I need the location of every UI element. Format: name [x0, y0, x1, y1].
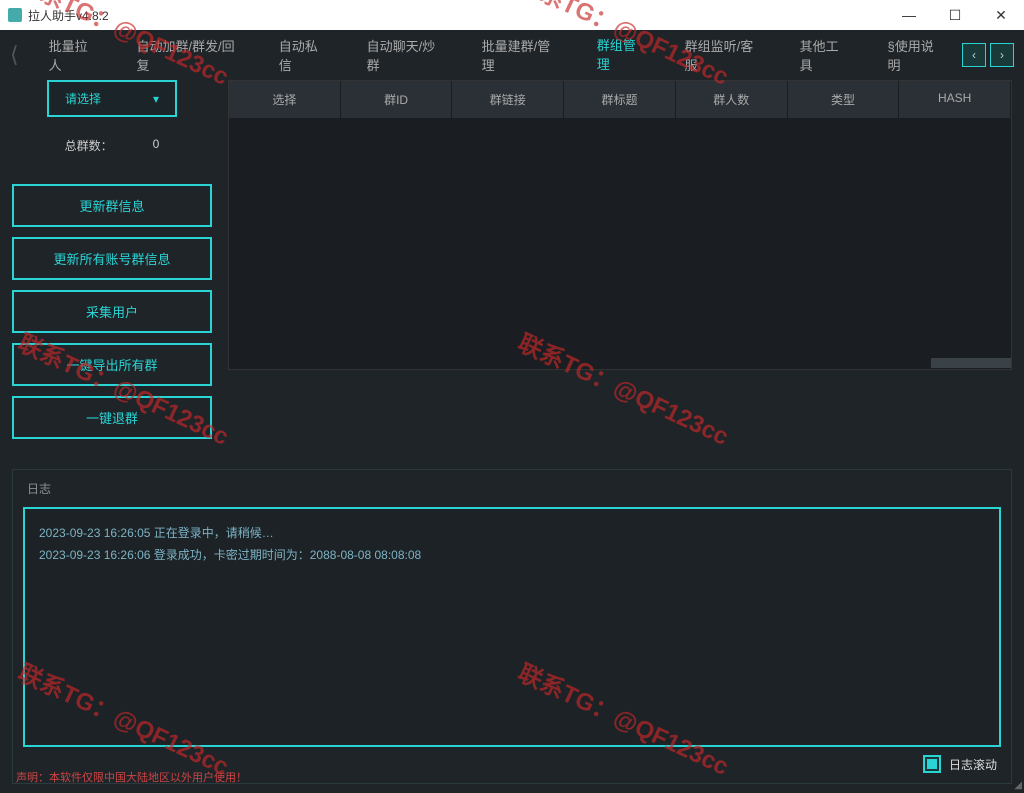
tab-nav-arrows: ‹ › — [962, 43, 1014, 67]
update-group-info-button[interactable]: 更新群信息 — [12, 184, 212, 227]
update-all-accounts-button[interactable]: 更新所有账号群信息 — [12, 237, 212, 280]
th-group-title[interactable]: 群标题 — [564, 81, 676, 118]
log-scroll-label: 日志滚动 — [949, 756, 997, 773]
tab-prev-button[interactable]: ‹ — [962, 43, 986, 67]
tab-bulk-invite[interactable]: 批量拉人 — [37, 28, 109, 82]
app-window: 拉人助手v4.8.2 — ☐ ✕ ⟨ 批量拉人 自动加群/群发/回复 自动私信 … — [0, 0, 1024, 793]
log-scroll-checkbox[interactable] — [923, 755, 941, 773]
minimize-button[interactable]: — — [886, 0, 932, 30]
group-table: 选择 群ID 群链接 群标题 群人数 类型 HASH — [228, 80, 1012, 370]
tab-auto-join[interactable]: 自动加群/群发/回复 — [124, 28, 250, 82]
window-controls: — ☐ ✕ — [886, 0, 1024, 30]
th-select[interactable]: 选择 — [229, 81, 341, 118]
maximize-button[interactable]: ☐ — [932, 0, 978, 30]
log-line: 2023-09-23 16:26:05 正在登录中，请稍候… — [39, 523, 985, 545]
count-value: 0 — [153, 137, 160, 154]
log-line: 2023-09-23 16:26:06 登录成功，卡密过期时间为：2088-08… — [39, 545, 985, 567]
th-group-id[interactable]: 群ID — [341, 81, 453, 118]
tab-next-button[interactable]: › — [990, 43, 1014, 67]
disclaimer-text: 声明：本软件仅限中国大陆地区以外用户使用！ — [16, 769, 247, 785]
account-select[interactable]: 请选择 ▾ — [47, 80, 177, 117]
tab-auto-chat[interactable]: 自动聊天/炒群 — [355, 28, 454, 82]
log-title: 日志 — [23, 480, 1001, 497]
titlebar: 拉人助手v4.8.2 — ☐ ✕ — [0, 0, 1024, 30]
collect-users-button[interactable]: 采集用户 — [12, 290, 212, 333]
log-section: 日志 2023-09-23 16:26:05 正在登录中，请稍候… 2023-0… — [12, 469, 1012, 784]
leave-groups-button[interactable]: 一键退群 — [12, 396, 212, 439]
checkmark-icon — [927, 759, 937, 769]
group-count-row: 总群数： 0 — [12, 137, 212, 154]
tab-usage[interactable]: §使用说明 — [876, 28, 954, 82]
main-area: 请选择 ▾ 总群数： 0 更新群信息 更新所有账号群信息 采集用户 一键导出所有… — [0, 80, 1024, 439]
log-output: 2023-09-23 16:26:05 正在登录中，请稍候… 2023-09-2… — [23, 507, 1001, 747]
th-member-count[interactable]: 群人数 — [676, 81, 788, 118]
close-button[interactable]: ✕ — [978, 0, 1024, 30]
scrollbar-thumb[interactable] — [931, 358, 1011, 368]
tab-other-tools[interactable]: 其他工具 — [788, 28, 860, 82]
window-title: 拉人助手v4.8.2 — [28, 7, 109, 24]
table-header-row: 选择 群ID 群链接 群标题 群人数 类型 HASH — [229, 81, 1011, 118]
th-hash[interactable]: HASH — [899, 81, 1011, 118]
content-area: ⟨ 批量拉人 自动加群/群发/回复 自动私信 自动聊天/炒群 批量建群/管理 群… — [0, 30, 1024, 793]
resize-grip-icon[interactable]: ◢ — [1014, 780, 1022, 791]
chevron-down-icon: ▾ — [153, 92, 159, 106]
tab-group-monitor[interactable]: 群组监听/客服 — [673, 28, 772, 82]
table-h-scrollbar[interactable] — [229, 357, 1011, 369]
tab-bulk-create[interactable]: 批量建群/管理 — [470, 28, 569, 82]
select-label: 请选择 — [65, 90, 101, 107]
tab-bar: ⟨ 批量拉人 自动加群/群发/回复 自动私信 自动聊天/炒群 批量建群/管理 群… — [0, 30, 1024, 80]
tab-ornament: ⟨ — [10, 42, 19, 68]
export-all-groups-button[interactable]: 一键导出所有群 — [12, 343, 212, 386]
th-type[interactable]: 类型 — [788, 81, 900, 118]
tab-group-manage[interactable]: 群组管理 — [585, 27, 657, 84]
count-label: 总群数： — [65, 137, 113, 154]
th-group-link[interactable]: 群链接 — [452, 81, 564, 118]
app-icon — [8, 8, 22, 22]
sidebar: 请选择 ▾ 总群数： 0 更新群信息 更新所有账号群信息 采集用户 一键导出所有… — [12, 80, 212, 439]
tab-auto-dm[interactable]: 自动私信 — [267, 28, 339, 82]
